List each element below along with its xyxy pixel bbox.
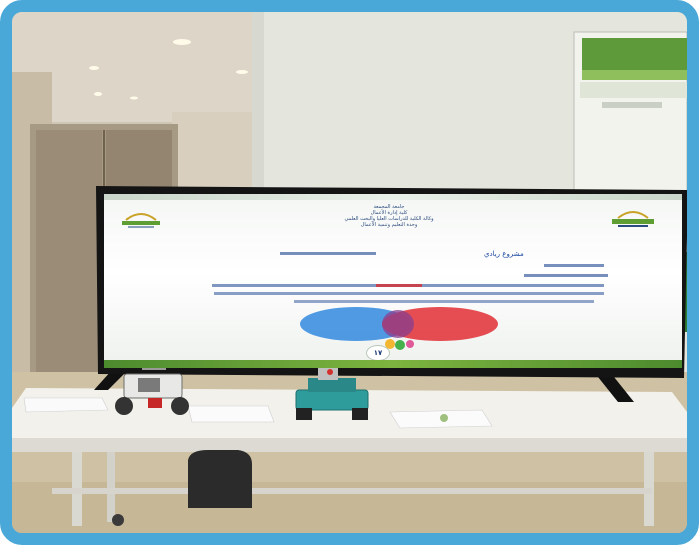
venn-overlap xyxy=(382,310,414,338)
exhibition-photo: جامعة المجمعة كلية إدارة الأعمال وكالة ا… xyxy=(12,12,687,533)
paper-sheet xyxy=(187,405,275,423)
ceiling-light xyxy=(130,96,138,100)
elevator-door-left xyxy=(36,130,102,374)
ceiling-light xyxy=(89,66,99,70)
table-edge xyxy=(12,438,687,452)
bulb-decoration xyxy=(406,340,414,348)
paper-sheet xyxy=(23,397,109,413)
slide-page-number: ١٧ xyxy=(366,345,390,361)
tv-screen: جامعة المجمعة كلية إدارة الأعمال وكالة ا… xyxy=(104,194,682,368)
ceiling-light xyxy=(173,39,191,45)
ceiling-light xyxy=(94,92,102,96)
table-wheel xyxy=(112,514,124,526)
slide-body xyxy=(212,252,608,350)
photo-frame: جامعة المجمعة كلية إدارة الأعمال وكالة ا… xyxy=(0,0,699,545)
ceiling-light xyxy=(236,70,248,74)
slide-text-line xyxy=(544,264,604,267)
slide-text-line xyxy=(524,274,608,277)
slide-text-line xyxy=(214,292,604,295)
paper-logo xyxy=(440,414,448,422)
slide-text-highlight xyxy=(376,284,422,287)
slide-footer-band xyxy=(104,360,682,368)
bag xyxy=(188,450,252,508)
slide-text-line xyxy=(280,252,376,255)
table-crossbar xyxy=(52,488,652,494)
bulb-decoration xyxy=(395,340,405,350)
table-leg xyxy=(107,452,115,522)
slide-text-line xyxy=(294,300,594,303)
